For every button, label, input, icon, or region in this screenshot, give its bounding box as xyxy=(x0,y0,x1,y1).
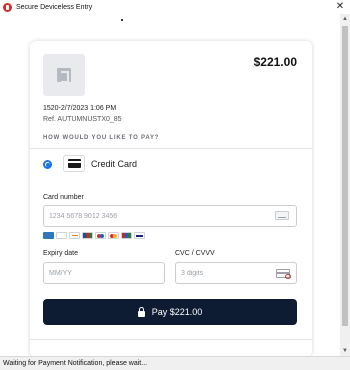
close-icon[interactable]: ✕ xyxy=(334,0,346,14)
expiry-input[interactable] xyxy=(43,262,165,284)
window-title: Secure Deviceless Entry xyxy=(16,3,93,11)
card-field-icon xyxy=(275,211,289,220)
unionpay-icon xyxy=(121,232,132,239)
divider xyxy=(30,148,312,149)
pay-button[interactable]: Pay $221.00 xyxy=(43,299,297,325)
card-brand-list xyxy=(43,232,145,239)
stray-mark xyxy=(121,19,123,21)
lock-icon xyxy=(137,306,145,317)
amex-icon xyxy=(43,232,54,239)
app-icon xyxy=(3,2,12,12)
logo-icon xyxy=(57,68,71,83)
scroll-up-icon[interactable]: ▲ xyxy=(340,14,350,24)
diners-icon xyxy=(56,232,67,239)
radio-selected-dot xyxy=(45,162,50,167)
maestro-icon xyxy=(95,232,106,239)
order-info: 1520-2/7/2023 1:06 PM xyxy=(43,105,117,112)
mastercard-icon xyxy=(108,232,119,239)
visa-icon xyxy=(134,232,145,239)
scroll-down-icon[interactable]: ▼ xyxy=(340,346,350,356)
order-reference: Ref. AUTUMNUSTX0_85 xyxy=(43,116,122,123)
cvc-card-icon xyxy=(276,269,291,279)
status-bar: Waiting for Payment Notification, please… xyxy=(0,356,350,370)
credit-card-icon-box xyxy=(63,155,85,172)
credit-card-radio[interactable] xyxy=(43,160,52,169)
vertical-scrollbar[interactable]: ▲ ▼ xyxy=(340,14,350,356)
window-titlebar: Secure Deviceless Entry ✕ xyxy=(0,0,350,14)
divider xyxy=(30,339,312,340)
credit-card-label[interactable]: Credit Card xyxy=(91,159,137,169)
scrollbar-thumb[interactable] xyxy=(342,26,348,326)
card-number-input[interactable] xyxy=(43,205,297,227)
pay-button-label: Pay $221.00 xyxy=(151,307,203,317)
payment-amount: $221.00 xyxy=(253,55,297,69)
cvc-label: CVC / CVVV xyxy=(175,250,215,257)
credit-card-icon xyxy=(67,159,81,168)
jcb-icon xyxy=(82,232,93,239)
payment-card: $221.00 1520-2/7/2023 1:06 PM Ref. AUTUM… xyxy=(30,41,312,356)
expiry-label: Expiry date xyxy=(43,250,79,257)
merchant-logo xyxy=(43,54,85,96)
payment-method-heading: HOW WOULD YOU LIKE TO PAY? xyxy=(43,135,160,141)
window-client-area: $221.00 1520-2/7/2023 1:06 PM Ref. AUTUM… xyxy=(0,14,350,356)
card-number-label: Card number xyxy=(43,194,84,201)
discover-icon xyxy=(69,232,80,239)
